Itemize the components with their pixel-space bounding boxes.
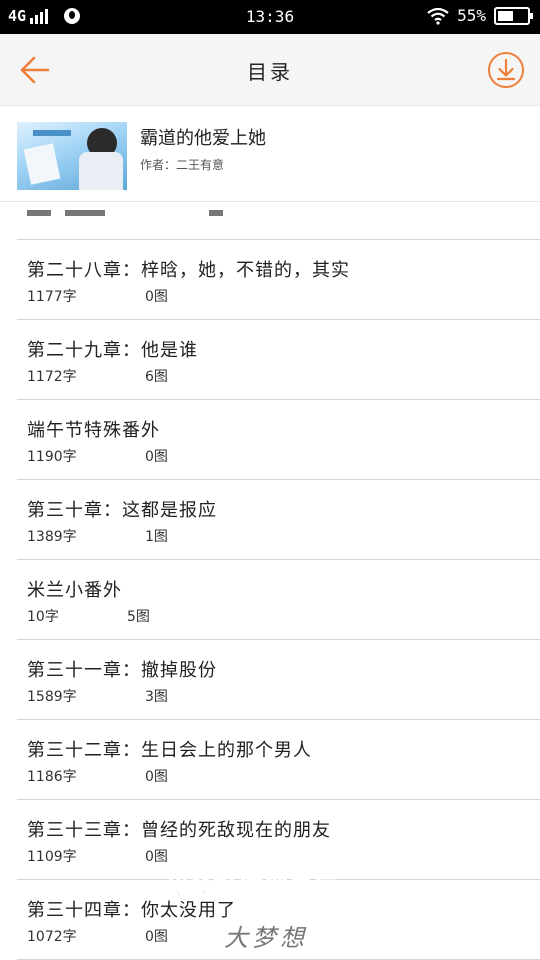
- chapter-title: 端午节特殊番外: [27, 420, 160, 441]
- chapter-row[interactable]: 第二十九章：他是谁 1172字 6图: [17, 320, 540, 400]
- chapter-row[interactable]: 第三十一章：撤掉股份 1589字 3图: [17, 640, 540, 720]
- chapter-word-count: 10字: [27, 609, 59, 625]
- back-button[interactable]: [14, 50, 54, 90]
- chapter-row[interactable]: 端午节特殊番外 1190字 0图: [17, 400, 540, 480]
- chapter-word-count: 1109字: [27, 849, 77, 865]
- chapter-picture-count: 6图: [145, 369, 168, 385]
- chapter-title: 第二十九章：他是谁: [27, 340, 198, 361]
- nav-bar: 目录: [0, 34, 540, 106]
- chapter-picture-count: 0图: [145, 929, 168, 945]
- chapter-word-count: 1172字: [27, 369, 77, 385]
- chapter-row[interactable]: 第三十三章：曾经的死敌现在的朋友 1109字 0图: [17, 800, 540, 880]
- download-button[interactable]: [486, 50, 526, 90]
- book-author: 作者：二王有意: [140, 158, 225, 172]
- chapter-picture-count: 3图: [145, 689, 168, 705]
- chapter-picture-count: 5图: [127, 609, 150, 625]
- chapter-row[interactable]: 第三十二章：生日会上的那个男人 1186字 0图: [17, 720, 540, 800]
- chapter-word-count: 1389字: [27, 529, 77, 545]
- chapter-row[interactable]: 第二十八章：梓晗，她，不错的，其实 1177字 0图: [17, 240, 540, 320]
- chapter-picture-count: 0图: [145, 289, 168, 305]
- battery-icon: [494, 6, 533, 25]
- chapter-title: 米兰小番外: [27, 580, 122, 601]
- chapter-word-count: 1186字: [27, 769, 77, 785]
- chapter-picture-count: 1图: [145, 529, 168, 545]
- chapter-title: 第三十四章：你太没用了: [27, 900, 236, 921]
- chapter-picture-count: 0图: [145, 449, 168, 465]
- book-header: 霸道的他爱上她 作者：二王有意: [0, 106, 540, 202]
- chapter-picture-count: 0图: [145, 849, 168, 865]
- back-arrow-icon: [20, 56, 50, 84]
- chapter-row[interactable]: 米兰小番外 10字 5图: [17, 560, 540, 640]
- book-title: 霸道的他爱上她: [140, 128, 266, 149]
- book-cover[interactable]: [17, 122, 127, 190]
- chapter-row[interactable]: 第三十四章：你太没用了 1072字 0图: [17, 880, 540, 960]
- partial-chapter-row[interactable]: [17, 202, 540, 240]
- chapter-word-count: 1072字: [27, 929, 77, 945]
- chapter-list[interactable]: 第二十八章：梓晗，她，不错的，其实 1177字 0图 第二十九章：他是谁 117…: [0, 202, 540, 960]
- page-title: 目录: [247, 60, 293, 84]
- chapter-word-count: 1589字: [27, 689, 77, 705]
- download-icon: [488, 52, 524, 88]
- chapter-title: 第三十三章：曾经的死敌现在的朋友: [27, 820, 331, 841]
- chapter-title: 第二十八章：梓晗，她，不错的，其实: [27, 260, 350, 281]
- wifi-icon: [427, 7, 449, 25]
- chapter-picture-count: 0图: [145, 769, 168, 785]
- chapter-word-count: 1190字: [27, 449, 77, 465]
- chapter-title: 第三十章：这都是报应: [27, 500, 217, 521]
- status-bar: 4G 13:36 55%: [0, 0, 540, 34]
- chapter-title: 第三十二章：生日会上的那个男人: [27, 740, 312, 761]
- chapter-word-count: 1177字: [27, 289, 77, 305]
- chapter-title: 第三十一章：撤掉股份: [27, 660, 217, 681]
- chapter-row[interactable]: 第三十章：这都是报应 1389字 1图: [17, 480, 540, 560]
- battery-percent: 55%: [457, 6, 486, 25]
- status-right: 55%: [427, 6, 533, 25]
